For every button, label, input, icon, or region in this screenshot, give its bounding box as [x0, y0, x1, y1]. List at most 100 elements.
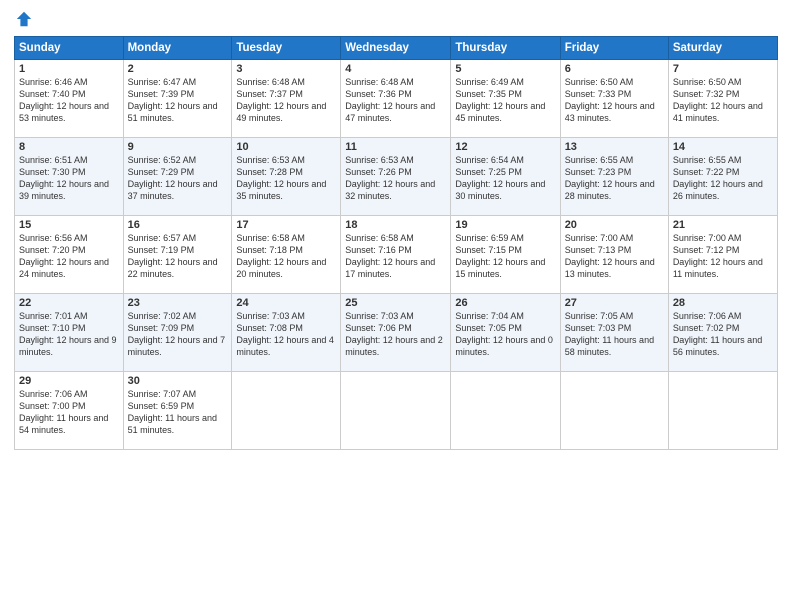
calendar-cell: 25Sunrise: 7:03 AMSunset: 7:06 PMDayligh… [341, 294, 451, 372]
day-number: 25 [345, 297, 446, 309]
calendar-cell: 15Sunrise: 6:56 AMSunset: 7:20 PMDayligh… [15, 216, 124, 294]
calendar-cell: 3Sunrise: 6:48 AMSunset: 7:37 PMDaylight… [232, 60, 341, 138]
cell-info: Sunrise: 7:06 AMSunset: 7:00 PMDaylight:… [19, 388, 119, 437]
cell-info: Sunrise: 6:54 AMSunset: 7:25 PMDaylight:… [455, 154, 555, 203]
calendar-cell: 30Sunrise: 7:07 AMSunset: 6:59 PMDayligh… [123, 372, 232, 450]
cell-info: Sunrise: 7:01 AMSunset: 7:10 PMDaylight:… [19, 310, 119, 359]
weekday-header: Tuesday [232, 37, 341, 60]
day-number: 1 [19, 63, 119, 75]
day-number: 29 [19, 375, 119, 387]
calendar-cell: 26Sunrise: 7:04 AMSunset: 7:05 PMDayligh… [451, 294, 560, 372]
cell-info: Sunrise: 6:49 AMSunset: 7:35 PMDaylight:… [455, 76, 555, 125]
cell-info: Sunrise: 7:03 AMSunset: 7:08 PMDaylight:… [236, 310, 336, 359]
cell-info: Sunrise: 7:07 AMSunset: 6:59 PMDaylight:… [128, 388, 228, 437]
calendar-cell: 14Sunrise: 6:55 AMSunset: 7:22 PMDayligh… [668, 138, 777, 216]
day-number: 23 [128, 297, 228, 309]
day-number: 5 [455, 63, 555, 75]
weekday-header: Sunday [15, 37, 124, 60]
calendar-cell: 24Sunrise: 7:03 AMSunset: 7:08 PMDayligh… [232, 294, 341, 372]
calendar-cell: 6Sunrise: 6:50 AMSunset: 7:33 PMDaylight… [560, 60, 668, 138]
calendar-cell: 29Sunrise: 7:06 AMSunset: 7:00 PMDayligh… [15, 372, 124, 450]
cell-info: Sunrise: 6:58 AMSunset: 7:16 PMDaylight:… [345, 232, 446, 281]
calendar-cell: 9Sunrise: 6:52 AMSunset: 7:29 PMDaylight… [123, 138, 232, 216]
calendar-week-row: 8Sunrise: 6:51 AMSunset: 7:30 PMDaylight… [15, 138, 778, 216]
cell-info: Sunrise: 6:47 AMSunset: 7:39 PMDaylight:… [128, 76, 228, 125]
calendar-cell: 2Sunrise: 6:47 AMSunset: 7:39 PMDaylight… [123, 60, 232, 138]
cell-info: Sunrise: 6:51 AMSunset: 7:30 PMDaylight:… [19, 154, 119, 203]
cell-info: Sunrise: 6:58 AMSunset: 7:18 PMDaylight:… [236, 232, 336, 281]
cell-info: Sunrise: 6:46 AMSunset: 7:40 PMDaylight:… [19, 76, 119, 125]
calendar-cell [668, 372, 777, 450]
calendar-cell: 1Sunrise: 6:46 AMSunset: 7:40 PMDaylight… [15, 60, 124, 138]
calendar-cell [232, 372, 341, 450]
day-number: 17 [236, 219, 336, 231]
calendar-cell: 12Sunrise: 6:54 AMSunset: 7:25 PMDayligh… [451, 138, 560, 216]
cell-info: Sunrise: 7:00 AMSunset: 7:12 PMDaylight:… [673, 232, 773, 281]
calendar-cell: 23Sunrise: 7:02 AMSunset: 7:09 PMDayligh… [123, 294, 232, 372]
cell-info: Sunrise: 6:48 AMSunset: 7:37 PMDaylight:… [236, 76, 336, 125]
calendar-week-row: 22Sunrise: 7:01 AMSunset: 7:10 PMDayligh… [15, 294, 778, 372]
cell-info: Sunrise: 6:55 AMSunset: 7:23 PMDaylight:… [565, 154, 664, 203]
weekday-header: Saturday [668, 37, 777, 60]
cell-info: Sunrise: 6:53 AMSunset: 7:28 PMDaylight:… [236, 154, 336, 203]
day-number: 8 [19, 141, 119, 153]
calendar-table: SundayMondayTuesdayWednesdayThursdayFrid… [14, 36, 778, 450]
logo [14, 10, 33, 28]
cell-info: Sunrise: 6:50 AMSunset: 7:32 PMDaylight:… [673, 76, 773, 125]
day-number: 3 [236, 63, 336, 75]
calendar-header-row: SundayMondayTuesdayWednesdayThursdayFrid… [15, 37, 778, 60]
cell-info: Sunrise: 6:57 AMSunset: 7:19 PMDaylight:… [128, 232, 228, 281]
calendar-cell: 20Sunrise: 7:00 AMSunset: 7:13 PMDayligh… [560, 216, 668, 294]
day-number: 21 [673, 219, 773, 231]
calendar-cell: 22Sunrise: 7:01 AMSunset: 7:10 PMDayligh… [15, 294, 124, 372]
cell-info: Sunrise: 6:56 AMSunset: 7:20 PMDaylight:… [19, 232, 119, 281]
day-number: 24 [236, 297, 336, 309]
cell-info: Sunrise: 6:53 AMSunset: 7:26 PMDaylight:… [345, 154, 446, 203]
calendar-cell: 8Sunrise: 6:51 AMSunset: 7:30 PMDaylight… [15, 138, 124, 216]
day-number: 4 [345, 63, 446, 75]
weekday-header: Thursday [451, 37, 560, 60]
day-number: 12 [455, 141, 555, 153]
weekday-header: Wednesday [341, 37, 451, 60]
calendar-cell: 4Sunrise: 6:48 AMSunset: 7:36 PMDaylight… [341, 60, 451, 138]
day-number: 22 [19, 297, 119, 309]
day-number: 2 [128, 63, 228, 75]
day-number: 16 [128, 219, 228, 231]
calendar-week-row: 1Sunrise: 6:46 AMSunset: 7:40 PMDaylight… [15, 60, 778, 138]
calendar-cell: 7Sunrise: 6:50 AMSunset: 7:32 PMDaylight… [668, 60, 777, 138]
cell-info: Sunrise: 7:05 AMSunset: 7:03 PMDaylight:… [565, 310, 664, 359]
day-number: 20 [565, 219, 664, 231]
day-number: 18 [345, 219, 446, 231]
day-number: 14 [673, 141, 773, 153]
calendar-week-row: 29Sunrise: 7:06 AMSunset: 7:00 PMDayligh… [15, 372, 778, 450]
calendar-cell: 11Sunrise: 6:53 AMSunset: 7:26 PMDayligh… [341, 138, 451, 216]
day-number: 11 [345, 141, 446, 153]
day-number: 10 [236, 141, 336, 153]
calendar-cell [451, 372, 560, 450]
cell-info: Sunrise: 7:02 AMSunset: 7:09 PMDaylight:… [128, 310, 228, 359]
calendar-cell: 18Sunrise: 6:58 AMSunset: 7:16 PMDayligh… [341, 216, 451, 294]
weekday-header: Monday [123, 37, 232, 60]
calendar-cell: 5Sunrise: 6:49 AMSunset: 7:35 PMDaylight… [451, 60, 560, 138]
calendar-cell: 13Sunrise: 6:55 AMSunset: 7:23 PMDayligh… [560, 138, 668, 216]
calendar-cell: 21Sunrise: 7:00 AMSunset: 7:12 PMDayligh… [668, 216, 777, 294]
calendar-cell [560, 372, 668, 450]
calendar-cell: 28Sunrise: 7:06 AMSunset: 7:02 PMDayligh… [668, 294, 777, 372]
cell-info: Sunrise: 7:03 AMSunset: 7:06 PMDaylight:… [345, 310, 446, 359]
day-number: 6 [565, 63, 664, 75]
day-number: 19 [455, 219, 555, 231]
cell-info: Sunrise: 7:00 AMSunset: 7:13 PMDaylight:… [565, 232, 664, 281]
page-header [14, 10, 778, 28]
cell-info: Sunrise: 6:52 AMSunset: 7:29 PMDaylight:… [128, 154, 228, 203]
logo-icon [15, 10, 33, 28]
day-number: 30 [128, 375, 228, 387]
calendar-cell: 10Sunrise: 6:53 AMSunset: 7:28 PMDayligh… [232, 138, 341, 216]
calendar-cell [341, 372, 451, 450]
calendar-week-row: 15Sunrise: 6:56 AMSunset: 7:20 PMDayligh… [15, 216, 778, 294]
day-number: 28 [673, 297, 773, 309]
cell-info: Sunrise: 7:04 AMSunset: 7:05 PMDaylight:… [455, 310, 555, 359]
cell-info: Sunrise: 7:06 AMSunset: 7:02 PMDaylight:… [673, 310, 773, 359]
calendar-cell: 19Sunrise: 6:59 AMSunset: 7:15 PMDayligh… [451, 216, 560, 294]
day-number: 9 [128, 141, 228, 153]
day-number: 15 [19, 219, 119, 231]
